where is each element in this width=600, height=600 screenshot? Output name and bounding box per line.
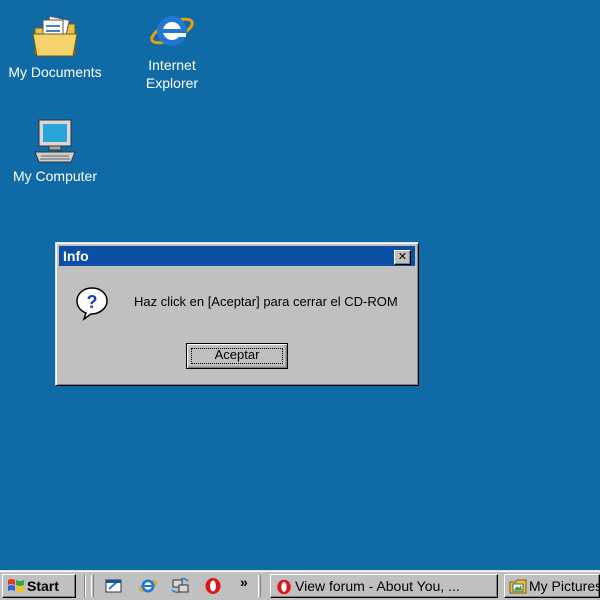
task-button-opera[interactable]: View forum - About You, ... [270, 574, 498, 598]
opera-icon [277, 579, 291, 595]
quicklaunch-grip[interactable] [91, 575, 94, 597]
task-button-label: View forum - About You, ... [295, 578, 460, 594]
desktop-icon-label: My Documents [8, 64, 102, 80]
task-button-my-pictures[interactable]: My Pictures [504, 574, 600, 598]
desktop-icon-my-documents[interactable]: My Documents [0, 14, 110, 81]
close-button[interactable]: ✕ [394, 250, 411, 265]
taskbar-separator [84, 575, 86, 597]
computer-icon [34, 119, 76, 163]
question-icon: ? [76, 287, 108, 321]
desktop-icon-internet-explorer[interactable]: Internet Explorer [117, 9, 227, 92]
start-button[interactable]: Start [2, 574, 76, 598]
close-icon: ✕ [397, 251, 408, 263]
folder-documents-icon [32, 15, 78, 57]
svg-text:?: ? [87, 292, 98, 312]
taskbar-grip[interactable] [258, 575, 261, 597]
opera-icon[interactable] [203, 577, 223, 595]
dialog-titlebar[interactable]: Info ✕ [59, 246, 415, 266]
desktop-icon-label: Internet Explorer [145, 57, 199, 91]
dialog-message: Haz click en [Aceptar] para cerrar el CD… [134, 294, 398, 309]
network-sync-icon[interactable] [170, 577, 190, 595]
folder-pictures-icon [509, 579, 527, 594]
desktop-icon-label: My Computer [12, 168, 98, 184]
desktop-icon-my-computer[interactable]: My Computer [0, 118, 110, 185]
windows-logo-icon [8, 579, 24, 592]
accept-button-label: Aceptar [214, 347, 260, 362]
internet-explorer-icon[interactable] [138, 577, 158, 595]
quicklaunch-overflow-button[interactable]: » [240, 574, 248, 590]
info-dialog: Info ✕ ? Haz click en [Aceptar] para cer… [55, 242, 419, 386]
internet-explorer-icon [150, 16, 194, 46]
show-desktop-icon[interactable] [104, 577, 124, 595]
dialog-title: Info [63, 248, 89, 264]
accept-button[interactable]: Aceptar [186, 343, 288, 369]
task-button-label: My Pictures [529, 578, 600, 594]
taskbar: Start » View forum - About You, ... My P… [0, 570, 600, 600]
start-label: Start [27, 578, 59, 594]
